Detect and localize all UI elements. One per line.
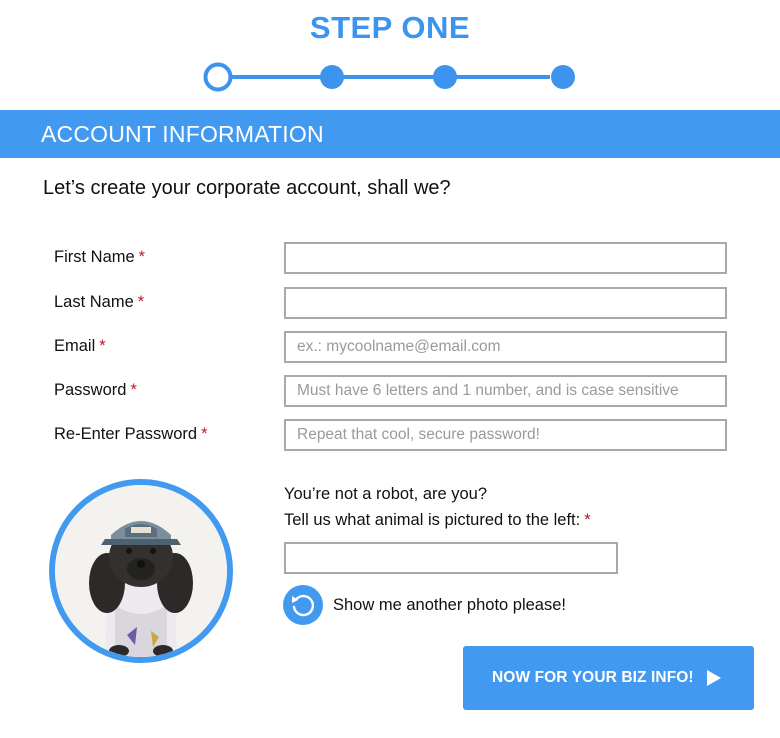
password-label: Password * — [54, 381, 137, 399]
password-confirm-row: Re-Enter Password * — [0, 419, 780, 453]
last-name-label: Last Name * — [54, 293, 145, 311]
captcha-question-intro: You’re not a robot, are you? — [284, 485, 488, 503]
progress-step-2 — [320, 65, 344, 89]
email-input[interactable] — [284, 331, 727, 363]
password-input[interactable] — [284, 375, 727, 407]
email-label: Email * — [54, 337, 106, 355]
refresh-icon-badge[interactable] — [283, 585, 323, 625]
next-step-button-label: NOW FOR YOUR BIZ INFO! — [492, 669, 694, 686]
first-name-input[interactable] — [284, 242, 727, 274]
password-confirm-label: Re-Enter Password * — [54, 425, 208, 443]
progress-step-4 — [551, 65, 575, 89]
required-asterisk: * — [138, 248, 146, 266]
step-progress-indicator — [0, 60, 780, 96]
progress-step-1-current — [203, 62, 233, 92]
show-another-photo-label: Show me another photo please! — [333, 596, 566, 614]
last-name-row: Last Name * — [0, 287, 780, 321]
email-row: Email * — [0, 331, 780, 365]
required-asterisk: * — [201, 425, 208, 443]
required-asterisk: * — [130, 381, 137, 399]
dog-photo-icon — [55, 485, 227, 657]
intro-text: Let’s create your corporate account, sha… — [43, 177, 451, 199]
last-name-input[interactable] — [284, 287, 727, 319]
step-title: STEP ONE — [309, 10, 471, 45]
captcha-answer-input[interactable] — [284, 542, 618, 574]
password-confirm-input[interactable] — [284, 419, 727, 451]
first-name-label: First Name * — [54, 248, 146, 266]
required-asterisk: * — [137, 293, 145, 311]
refresh-icon — [292, 594, 315, 617]
signup-page: STEP ONE ACCOUNT INFORMATION Let’s creat… — [0, 0, 780, 738]
password-row: Password * — [0, 375, 780, 409]
required-asterisk: * — [584, 511, 591, 529]
captcha-question-label: Tell us what animal is pictured to the l… — [284, 511, 591, 529]
first-name-row: First Name * — [0, 242, 780, 276]
show-another-photo-button[interactable]: Show me another photo please! — [283, 585, 603, 627]
section-title: ACCOUNT INFORMATION — [41, 121, 324, 147]
section-header: ACCOUNT INFORMATION — [0, 110, 780, 158]
progress-step-3 — [433, 65, 457, 89]
play-icon — [707, 670, 721, 686]
next-step-button[interactable]: NOW FOR YOUR BIZ INFO! — [463, 646, 754, 710]
captcha-photo — [49, 479, 233, 663]
required-asterisk: * — [99, 337, 106, 355]
